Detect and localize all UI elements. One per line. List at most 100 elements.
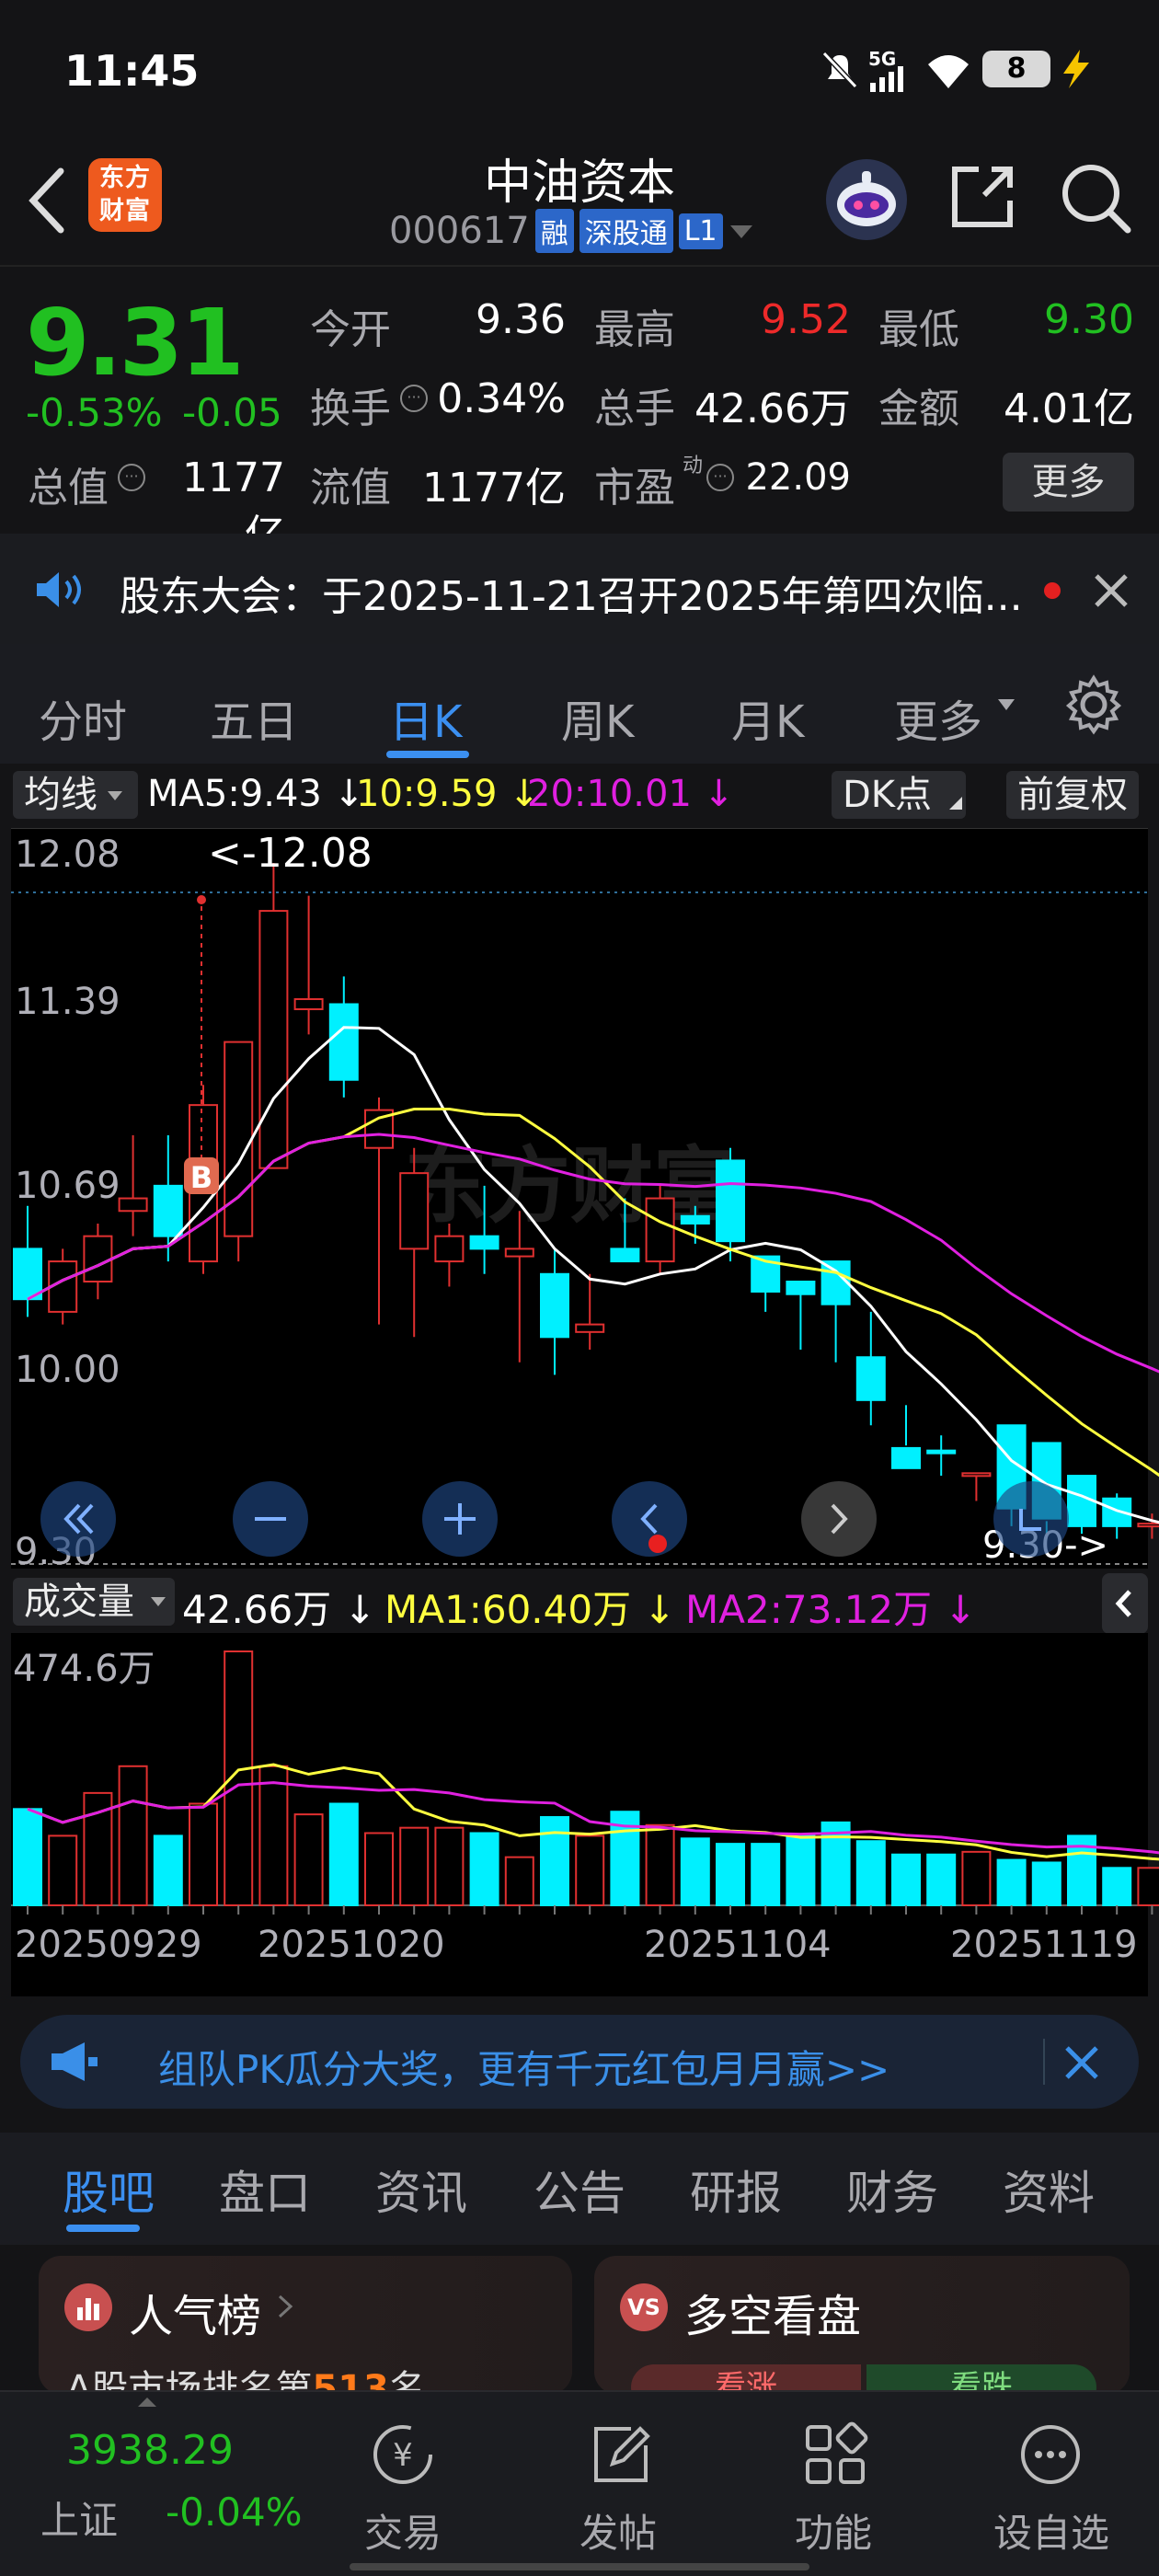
y-label-11-39: 11.39 — [15, 981, 120, 1023]
stock-code-row[interactable]: 000617 融 深股通 L1 — [389, 208, 754, 254]
gear-icon[interactable] — [1063, 674, 1124, 735]
label-turnover: 换手 — [310, 385, 391, 432]
close-icon[interactable] — [1093, 572, 1130, 609]
tab-weekly-k[interactable]: 周K — [561, 685, 634, 750]
volume-bar — [996, 1858, 1027, 1906]
chevron-up-icon[interactable] — [136, 2396, 158, 2409]
unread-dot — [1044, 582, 1061, 599]
nav-functions[interactable]: 功能 — [795, 2502, 872, 2559]
volume-bar — [118, 1765, 148, 1906]
index-change: -0.04% — [166, 2490, 303, 2535]
volume-bar — [189, 1802, 218, 1907]
info-icon[interactable]: ··· — [400, 385, 428, 412]
dk-point-button[interactable]: DK点 — [832, 771, 966, 819]
signal-icon — [870, 66, 903, 92]
tab-orderbook[interactable]: 盘口 — [219, 2156, 311, 2223]
battery-indicator: 8 — [982, 51, 1050, 87]
nav-set-watchlist[interactable]: 设自选 — [993, 2502, 1109, 2559]
compose-icon[interactable] — [585, 2420, 655, 2490]
volume-bar — [364, 1832, 394, 1906]
tab-financials[interactable]: 财务 — [846, 2156, 938, 2223]
change-amount: -0.05 — [182, 390, 282, 435]
info-icon[interactable]: ··· — [118, 464, 145, 491]
date-label-2: 20251020 — [258, 1924, 445, 1966]
popularity-card[interactable]: 人气榜 A股市场排名第513名 — [39, 2256, 572, 2410]
search-icon[interactable] — [1058, 160, 1133, 236]
volume-bar — [48, 1834, 78, 1906]
date-label-1: 20250929 — [15, 1924, 202, 1966]
promo-text: 组队PK瓜分大奖，更有千元红包月月赢>> — [158, 2047, 890, 2092]
nav-trade[interactable]: 交易 — [364, 2502, 442, 2559]
candle — [224, 1041, 254, 1262]
more-dots-icon[interactable] — [1016, 2420, 1085, 2490]
robot-icon[interactable] — [823, 156, 910, 243]
tab-forum[interactable]: 股吧 — [63, 2156, 155, 2223]
promo-banner[interactable]: 组队PK瓜分大奖，更有千元红包月月赢>> — [20, 2015, 1139, 2109]
svg-text:¥: ¥ — [393, 2437, 413, 2474]
tab-more[interactable]: 更多 — [894, 685, 982, 750]
volume-max-label: 474.6万 — [13, 1648, 155, 1690]
tab-research[interactable]: 研报 — [690, 2156, 782, 2223]
volume-bar — [399, 1826, 430, 1906]
reset-button[interactable] — [993, 1481, 1069, 1557]
info-icon[interactable]: ··· — [706, 464, 734, 491]
volume-bar — [1102, 1867, 1132, 1907]
double-left-icon — [63, 1503, 94, 1535]
nav-post[interactable]: 发帖 — [580, 2502, 657, 2559]
scroll-right-button[interactable] — [801, 1481, 877, 1557]
tab-announcements[interactable]: 公告 — [534, 2156, 625, 2223]
volume-bar — [716, 1843, 745, 1907]
tab-daily-k[interactable]: 日K — [389, 685, 462, 750]
current-price: 9.31 — [26, 289, 245, 397]
grid-apps-icon[interactable] — [800, 2420, 870, 2490]
tab-news[interactable]: 资讯 — [375, 2156, 467, 2223]
chevron-right-icon — [831, 1503, 848, 1535]
share-icon[interactable] — [947, 162, 1017, 232]
chevron-left-icon — [1115, 1590, 1131, 1617]
bottom-nav: 3938.29 上证 -0.04% ¥ 交易 发帖 功能 设自选 — [0, 2390, 1159, 2576]
zoom-in-button[interactable] — [422, 1481, 498, 1557]
adjust-button[interactable]: 前复权 — [1006, 771, 1139, 819]
tab-intraday[interactable]: 分时 — [39, 685, 127, 750]
bull-bear-card[interactable]: VS 多空看盘 看涨 看跌 — [594, 2256, 1130, 2410]
candle — [645, 1185, 675, 1274]
collapse-panel-button[interactable] — [1102, 1573, 1148, 1634]
volume-bar — [540, 1816, 569, 1907]
index-name: 上证 — [40, 2498, 119, 2543]
tab-profile[interactable]: 资料 — [1003, 2156, 1095, 2223]
value-volume: 42.66万 — [694, 385, 851, 432]
trade-icon[interactable]: ¥ — [368, 2420, 438, 2490]
change-percent: -0.53% — [26, 390, 163, 435]
active-section-indicator — [66, 2225, 140, 2232]
volume-bar — [13, 1808, 42, 1906]
pe-dynamic-mark: 动 — [683, 454, 704, 477]
volume-bar — [153, 1834, 183, 1906]
volume-bar — [891, 1853, 921, 1907]
volume-bar — [961, 1850, 992, 1906]
top-bar: 东方财富 中油资本 000617 融 深股通 L1 — [0, 138, 1159, 267]
ma10-legend: 10:9.59 ↓ — [356, 773, 540, 815]
date-label-4: 20251119 — [950, 1924, 1138, 1966]
announcement-bar[interactable]: 股东大会：于2025-11-21召开2025年第四次临... — [0, 534, 1159, 644]
index-value[interactable]: 3938.29 — [66, 2427, 234, 2474]
reset-icon — [1019, 1509, 1041, 1531]
badge-margin: 融 — [534, 209, 574, 253]
label-volume: 总手 — [594, 385, 675, 432]
minus-icon — [255, 1517, 286, 1521]
volume-bar — [820, 1821, 851, 1906]
corner-triangle-icon — [949, 797, 962, 810]
more-button[interactable]: 更多 — [1003, 453, 1134, 512]
stock-code: 000617 — [389, 210, 530, 252]
volume-chart[interactable]: 474.6万 20250929 20251020 20251104 202511… — [0, 1633, 1159, 1996]
tab-five-day[interactable]: 五日 — [210, 685, 298, 750]
high-point — [197, 895, 206, 904]
tab-monthly-k[interactable]: 月K — [731, 685, 804, 750]
kline-chart[interactable]: 东方财富 12.08 11.39 10.69 10.00 9.30 <-12.0… — [0, 828, 1159, 1569]
svg-text:B: B — [190, 1160, 212, 1195]
zoom-fit-button[interactable] — [40, 1481, 116, 1557]
close-icon[interactable] — [1063, 2044, 1100, 2081]
status-bar: 11:45 5G 8 — [0, 0, 1159, 138]
zoom-out-button[interactable] — [233, 1481, 308, 1557]
value-open: 9.36 — [476, 296, 566, 343]
buy-marker[interactable]: B — [184, 1157, 219, 1195]
